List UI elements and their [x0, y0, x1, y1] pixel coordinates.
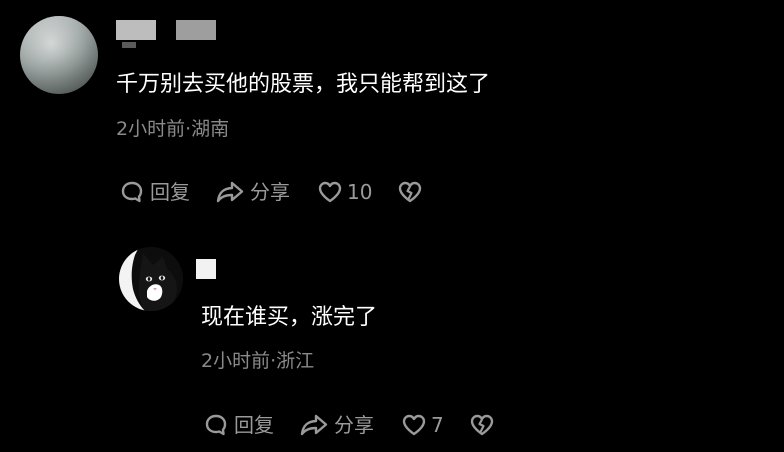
avatar-image: [20, 16, 98, 94]
reply-button[interactable]: 回复: [118, 178, 190, 206]
cat-avatar-image: [119, 247, 183, 311]
username-redacted: [122, 42, 136, 48]
heart-icon: [400, 411, 428, 439]
reply-meta: 2小时前·浙江: [201, 350, 315, 372]
reply-label: 回复: [150, 180, 190, 204]
like-count: 10: [347, 180, 373, 204]
like-button[interactable]: 7: [400, 411, 444, 439]
dislike-button[interactable]: [468, 411, 496, 439]
reply-actions: 回复 分享 7: [202, 410, 496, 440]
comment-actions: 回复 分享 10: [118, 177, 424, 207]
heart-icon: [316, 178, 344, 206]
username-redacted[interactable]: [176, 20, 216, 40]
username-redacted[interactable]: [116, 20, 156, 40]
share-arrow-icon: [214, 178, 246, 206]
comment-bubble-icon: [118, 178, 146, 206]
dislike-button[interactable]: [396, 178, 424, 206]
like-button[interactable]: 10: [316, 178, 372, 206]
username-redacted[interactable]: [196, 259, 216, 279]
reply-label: 回复: [234, 413, 274, 437]
like-count: 7: [431, 413, 444, 437]
share-label: 分享: [334, 413, 374, 437]
share-button[interactable]: 分享: [298, 411, 374, 439]
broken-heart-icon: [396, 178, 424, 206]
reply-text: 现在谁买，涨完了: [201, 305, 378, 330]
avatar[interactable]: [119, 247, 183, 311]
avatar[interactable]: [20, 16, 98, 94]
comment-meta: 2小时前·湖南: [116, 118, 230, 140]
share-arrow-icon: [298, 411, 330, 439]
comment-text: 千万别去买他的股票，我只能帮到这了: [116, 72, 491, 97]
comment-bubble-icon: [202, 411, 230, 439]
reply-button[interactable]: 回复: [202, 411, 274, 439]
share-label: 分享: [250, 180, 290, 204]
broken-heart-icon: [468, 411, 496, 439]
share-button[interactable]: 分享: [214, 178, 290, 206]
